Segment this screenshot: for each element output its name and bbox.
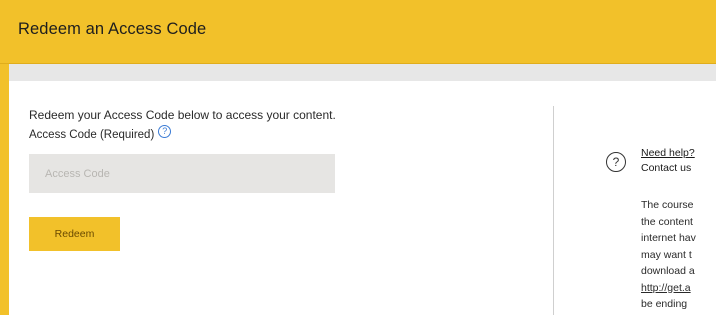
course-info-line: internet hav bbox=[641, 232, 696, 244]
redeem-form: Redeem your Access Code below to access … bbox=[9, 81, 554, 315]
intro-text: Redeem your Access Code below to access … bbox=[29, 108, 336, 122]
grey-strip bbox=[9, 64, 716, 81]
download-link[interactable]: http://get.a bbox=[641, 280, 716, 297]
access-code-input[interactable] bbox=[29, 154, 335, 193]
course-info-line: may want t bbox=[641, 248, 692, 261]
course-info-line: download a bbox=[641, 265, 695, 277]
access-code-label-row: Access Code (Required) ? bbox=[29, 125, 172, 141]
course-info-line: be ending bbox=[641, 298, 688, 310]
access-code-label: Access Code (Required) bbox=[29, 129, 155, 141]
course-info-line: The course bbox=[641, 199, 694, 211]
redeem-button[interactable]: Redeem bbox=[29, 217, 120, 251]
page-header: Redeem an Access Code bbox=[0, 0, 716, 64]
course-info-text: The course the content internet hav may … bbox=[641, 197, 716, 313]
course-info-line: the content bbox=[641, 215, 693, 228]
question-circle-icon: ? bbox=[606, 152, 626, 172]
question-circle-icon[interactable]: ? bbox=[158, 125, 172, 138]
help-sidebar: ? Need help? Contact us The course the c… bbox=[554, 81, 716, 315]
page-title: Redeem an Access Code bbox=[18, 20, 207, 38]
content-panel: Redeem your Access Code below to access … bbox=[9, 64, 716, 315]
need-help-link[interactable]: Need help? bbox=[641, 147, 695, 159]
contact-us-text: Contact us bbox=[641, 162, 692, 174]
